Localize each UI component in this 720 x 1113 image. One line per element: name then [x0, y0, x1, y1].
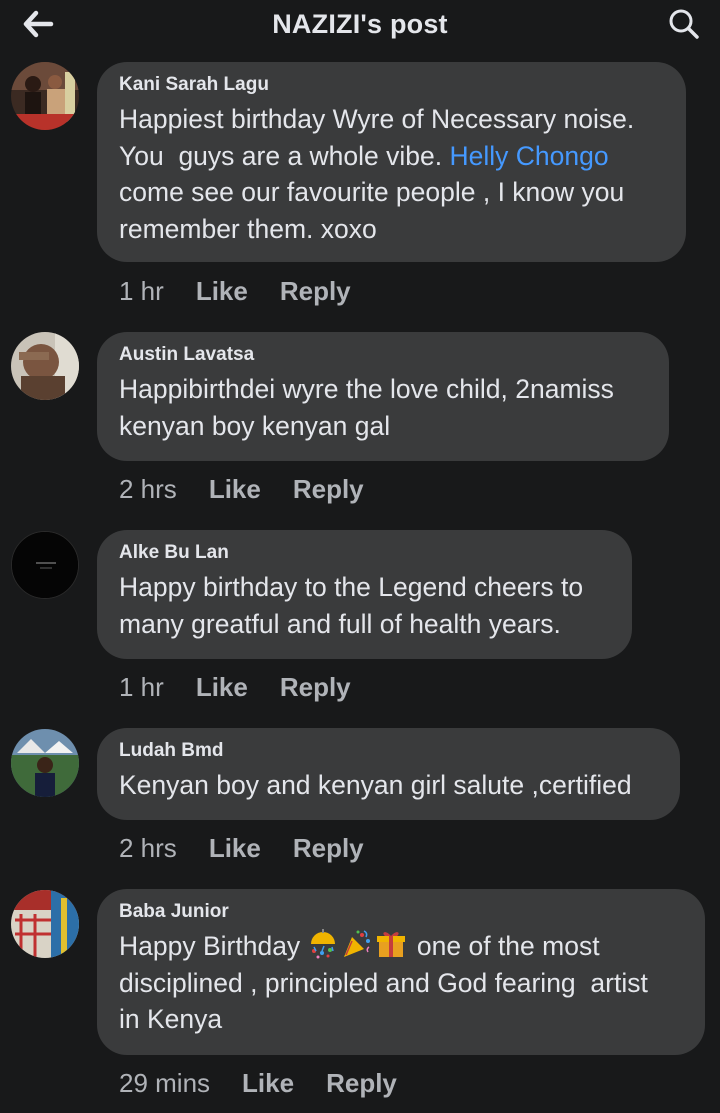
comment-meta: 29 mins Like Reply	[119, 1068, 429, 1099]
comment-text: Happy birthday to the Legend cheers to m…	[119, 572, 584, 639]
comment-bubble[interactable]: Baba Junior Happy Birthday one of the mo…	[97, 889, 705, 1055]
like-button[interactable]: Like	[196, 672, 248, 703]
comment-author[interactable]: Alke Bu Lan	[119, 542, 610, 564]
avatar[interactable]	[11, 62, 79, 130]
comment-text: Happy Birthday one of the most disciplin…	[119, 929, 648, 1034]
like-button[interactable]: Like	[242, 1068, 294, 1099]
comment-time: 2 hrs	[119, 474, 177, 504]
comment-meta: 2 hrs Like Reply	[119, 833, 396, 864]
comment-time: 2 hrs	[119, 833, 177, 863]
comment-meta: 2 hrs Like Reply	[119, 474, 396, 505]
comment-time: 1 hr	[119, 276, 164, 306]
top-bar: NAZIZI's post	[0, 0, 720, 50]
comment-author[interactable]: Austin Lavatsa	[119, 344, 647, 366]
comment-bubble[interactable]: Alke Bu Lan Happy birthday to the Legend…	[97, 530, 632, 659]
comment-author[interactable]: Ludah Bmd	[119, 740, 658, 762]
comment-text: Happibirthdei wyre the love child, 2nami…	[119, 374, 614, 441]
like-button[interactable]: Like	[209, 474, 261, 505]
comment-time: 1 hr	[119, 672, 164, 702]
page-title: NAZIZI's post	[272, 9, 448, 39]
reply-button[interactable]: Reply	[293, 833, 364, 864]
reply-button[interactable]: Reply	[293, 474, 364, 505]
comment-text: Kenyan boy and kenyan girl salute ,certi…	[119, 770, 632, 800]
avatar[interactable]	[11, 531, 79, 599]
comment-bubble[interactable]: Kani Sarah Lagu Happiest birthday Wyre o…	[97, 62, 686, 262]
comment-author[interactable]: Kani Sarah Lagu	[119, 74, 664, 96]
avatar[interactable]	[11, 729, 79, 797]
like-button[interactable]: Like	[209, 833, 261, 864]
comment-text: Happiest birthday Wyre of Necessary nois…	[119, 104, 635, 244]
comment-bubble[interactable]: Ludah Bmd Kenyan boy and kenyan girl sal…	[97, 728, 680, 820]
comment-author[interactable]: Baba Junior	[119, 901, 683, 923]
comment-bubble[interactable]: Austin Lavatsa Happibirthdei wyre the lo…	[97, 332, 669, 461]
search-icon[interactable]	[666, 6, 702, 42]
reply-button[interactable]: Reply	[326, 1068, 397, 1099]
gift-icon	[376, 929, 406, 959]
avatar[interactable]	[11, 332, 79, 400]
comment-meta: 1 hr Like Reply	[119, 276, 383, 307]
comment-meta: 1 hr Like Reply	[119, 672, 383, 703]
like-button[interactable]: Like	[196, 276, 248, 307]
avatar[interactable]	[11, 890, 79, 958]
reply-button[interactable]: Reply	[280, 276, 351, 307]
reply-button[interactable]: Reply	[280, 672, 351, 703]
mention-link[interactable]: Helly Chongo	[450, 141, 609, 171]
comment-time: 29 mins	[119, 1068, 211, 1098]
party-popper-icon	[342, 929, 372, 959]
confetti-ball-icon	[308, 929, 338, 959]
